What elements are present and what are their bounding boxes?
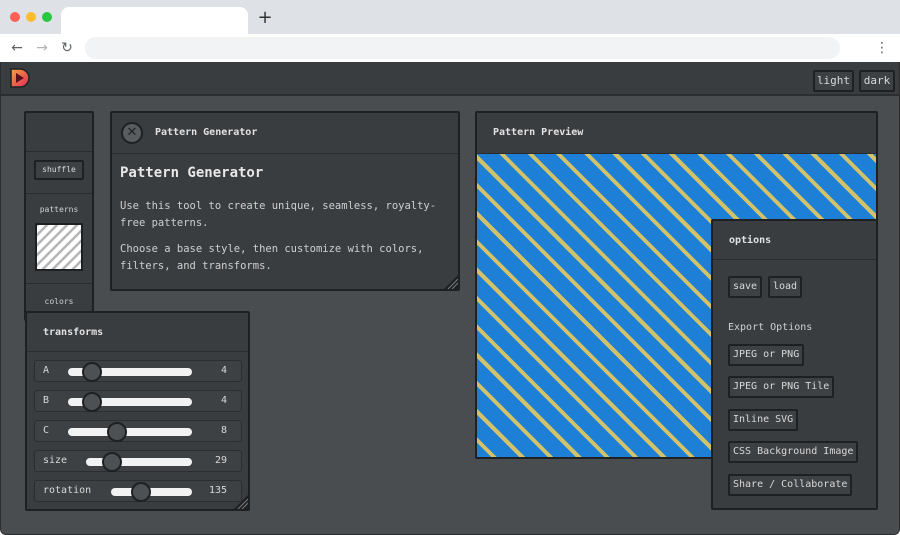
transform-label: B bbox=[43, 395, 50, 406]
back-arrow-icon[interactable]: ← bbox=[8, 38, 26, 58]
slider-thumb[interactable] bbox=[82, 392, 102, 412]
browser-tab[interactable] bbox=[61, 7, 248, 34]
slider-thumb[interactable] bbox=[131, 482, 151, 502]
divider bbox=[27, 351, 248, 352]
pattern-thumbnail-icon bbox=[26, 214, 92, 276]
transform-slider-c[interactable] bbox=[68, 422, 192, 442]
divider bbox=[26, 193, 92, 194]
transform-slider-rotation[interactable] bbox=[111, 482, 192, 502]
logo-icon bbox=[10, 68, 30, 88]
options-title: options bbox=[729, 235, 772, 246]
divider bbox=[713, 259, 876, 260]
sidebar: shuffle patterns colors bbox=[24, 111, 94, 321]
panel-title: Pattern Generator bbox=[155, 127, 258, 138]
minimize-window-button[interactable] bbox=[26, 12, 36, 22]
resize-handle-icon[interactable] bbox=[234, 495, 248, 509]
address-bar[interactable] bbox=[85, 37, 840, 59]
transform-label: size bbox=[43, 455, 68, 466]
generator-paragraph: Choose a base style, then customize with… bbox=[120, 243, 424, 272]
transform-slider-a[interactable] bbox=[68, 362, 192, 382]
slider-thumb[interactable] bbox=[102, 452, 122, 472]
transform-row-rotation: rotation 135 bbox=[34, 480, 242, 502]
resize-handle-icon[interactable] bbox=[444, 275, 458, 289]
share-collaborate-button[interactable]: Share / Collaborate bbox=[728, 474, 853, 496]
slider-thumb[interactable] bbox=[107, 422, 127, 442]
browser-menu-icon[interactable]: ⋮ bbox=[874, 38, 890, 58]
browser-toolbar: ← → ↻ ⋮ bbox=[0, 34, 900, 62]
transform-label: rotation bbox=[43, 485, 92, 496]
transform-label: A bbox=[43, 365, 50, 376]
export-css-background-button[interactable]: CSS Background Image bbox=[728, 441, 859, 463]
transform-value: 29 bbox=[214, 455, 227, 466]
export-options-label: Export Options bbox=[728, 322, 813, 333]
save-button[interactable]: save bbox=[728, 276, 763, 298]
colors-label: colors bbox=[44, 297, 74, 306]
transform-label: C bbox=[43, 425, 50, 436]
export-inline-svg-button[interactable]: Inline SVG bbox=[728, 409, 799, 431]
divider bbox=[26, 283, 92, 284]
dark-theme-button[interactable]: dark bbox=[859, 70, 895, 92]
transform-row-b: B 4 bbox=[34, 390, 242, 412]
close-icon[interactable]: ✕ bbox=[121, 122, 143, 144]
export-jpeg-png-button[interactable]: JPEG or PNG bbox=[728, 344, 805, 366]
pattern-generator-panel: ✕ Pattern Generator Pattern Generator Us… bbox=[110, 111, 460, 291]
options-panel: options save load Export Options JPEG or… bbox=[711, 219, 878, 510]
patterns-label: patterns bbox=[39, 205, 79, 214]
transform-value: 8 bbox=[220, 425, 227, 436]
browser-tab-bar: + bbox=[0, 0, 900, 34]
transform-value: 4 bbox=[220, 365, 227, 376]
shuffle-button[interactable]: shuffle bbox=[34, 160, 84, 180]
close-window-button[interactable] bbox=[10, 12, 20, 22]
forward-arrow-icon[interactable]: → bbox=[33, 38, 51, 58]
load-button[interactable]: load bbox=[768, 276, 803, 298]
transform-value: 4 bbox=[220, 395, 227, 406]
transform-value: 135 bbox=[208, 485, 227, 496]
reload-icon[interactable]: ↻ bbox=[58, 38, 76, 58]
divider bbox=[112, 153, 458, 154]
generator-paragraph: Use this tool to create unique, seamless… bbox=[120, 200, 437, 229]
transform-slider-size[interactable] bbox=[86, 452, 192, 472]
transforms-title: transforms bbox=[43, 327, 104, 338]
new-tab-button[interactable]: + bbox=[256, 8, 274, 28]
maximize-window-button[interactable] bbox=[42, 12, 52, 22]
pattern-swatch[interactable] bbox=[26, 214, 92, 276]
preview-title: Pattern Preview bbox=[493, 127, 584, 138]
transform-row-c: C 8 bbox=[34, 420, 242, 442]
transform-row-a: A 4 bbox=[34, 360, 242, 382]
transforms-panel: transforms A 4 B 4 C 8 size 29 rotation … bbox=[25, 311, 250, 511]
app-header: light dark bbox=[1, 62, 899, 96]
app-area: light dark shuffle patterns colors ✕ Pat… bbox=[0, 62, 900, 535]
divider bbox=[26, 151, 92, 152]
light-theme-button[interactable]: light bbox=[813, 70, 854, 92]
transform-row-size: size 29 bbox=[34, 450, 242, 472]
generator-heading: Pattern Generator bbox=[120, 165, 264, 181]
slider-thumb[interactable] bbox=[82, 362, 102, 382]
export-jpeg-png-tile-button[interactable]: JPEG or PNG Tile bbox=[728, 376, 835, 398]
transform-slider-b[interactable] bbox=[68, 392, 192, 412]
